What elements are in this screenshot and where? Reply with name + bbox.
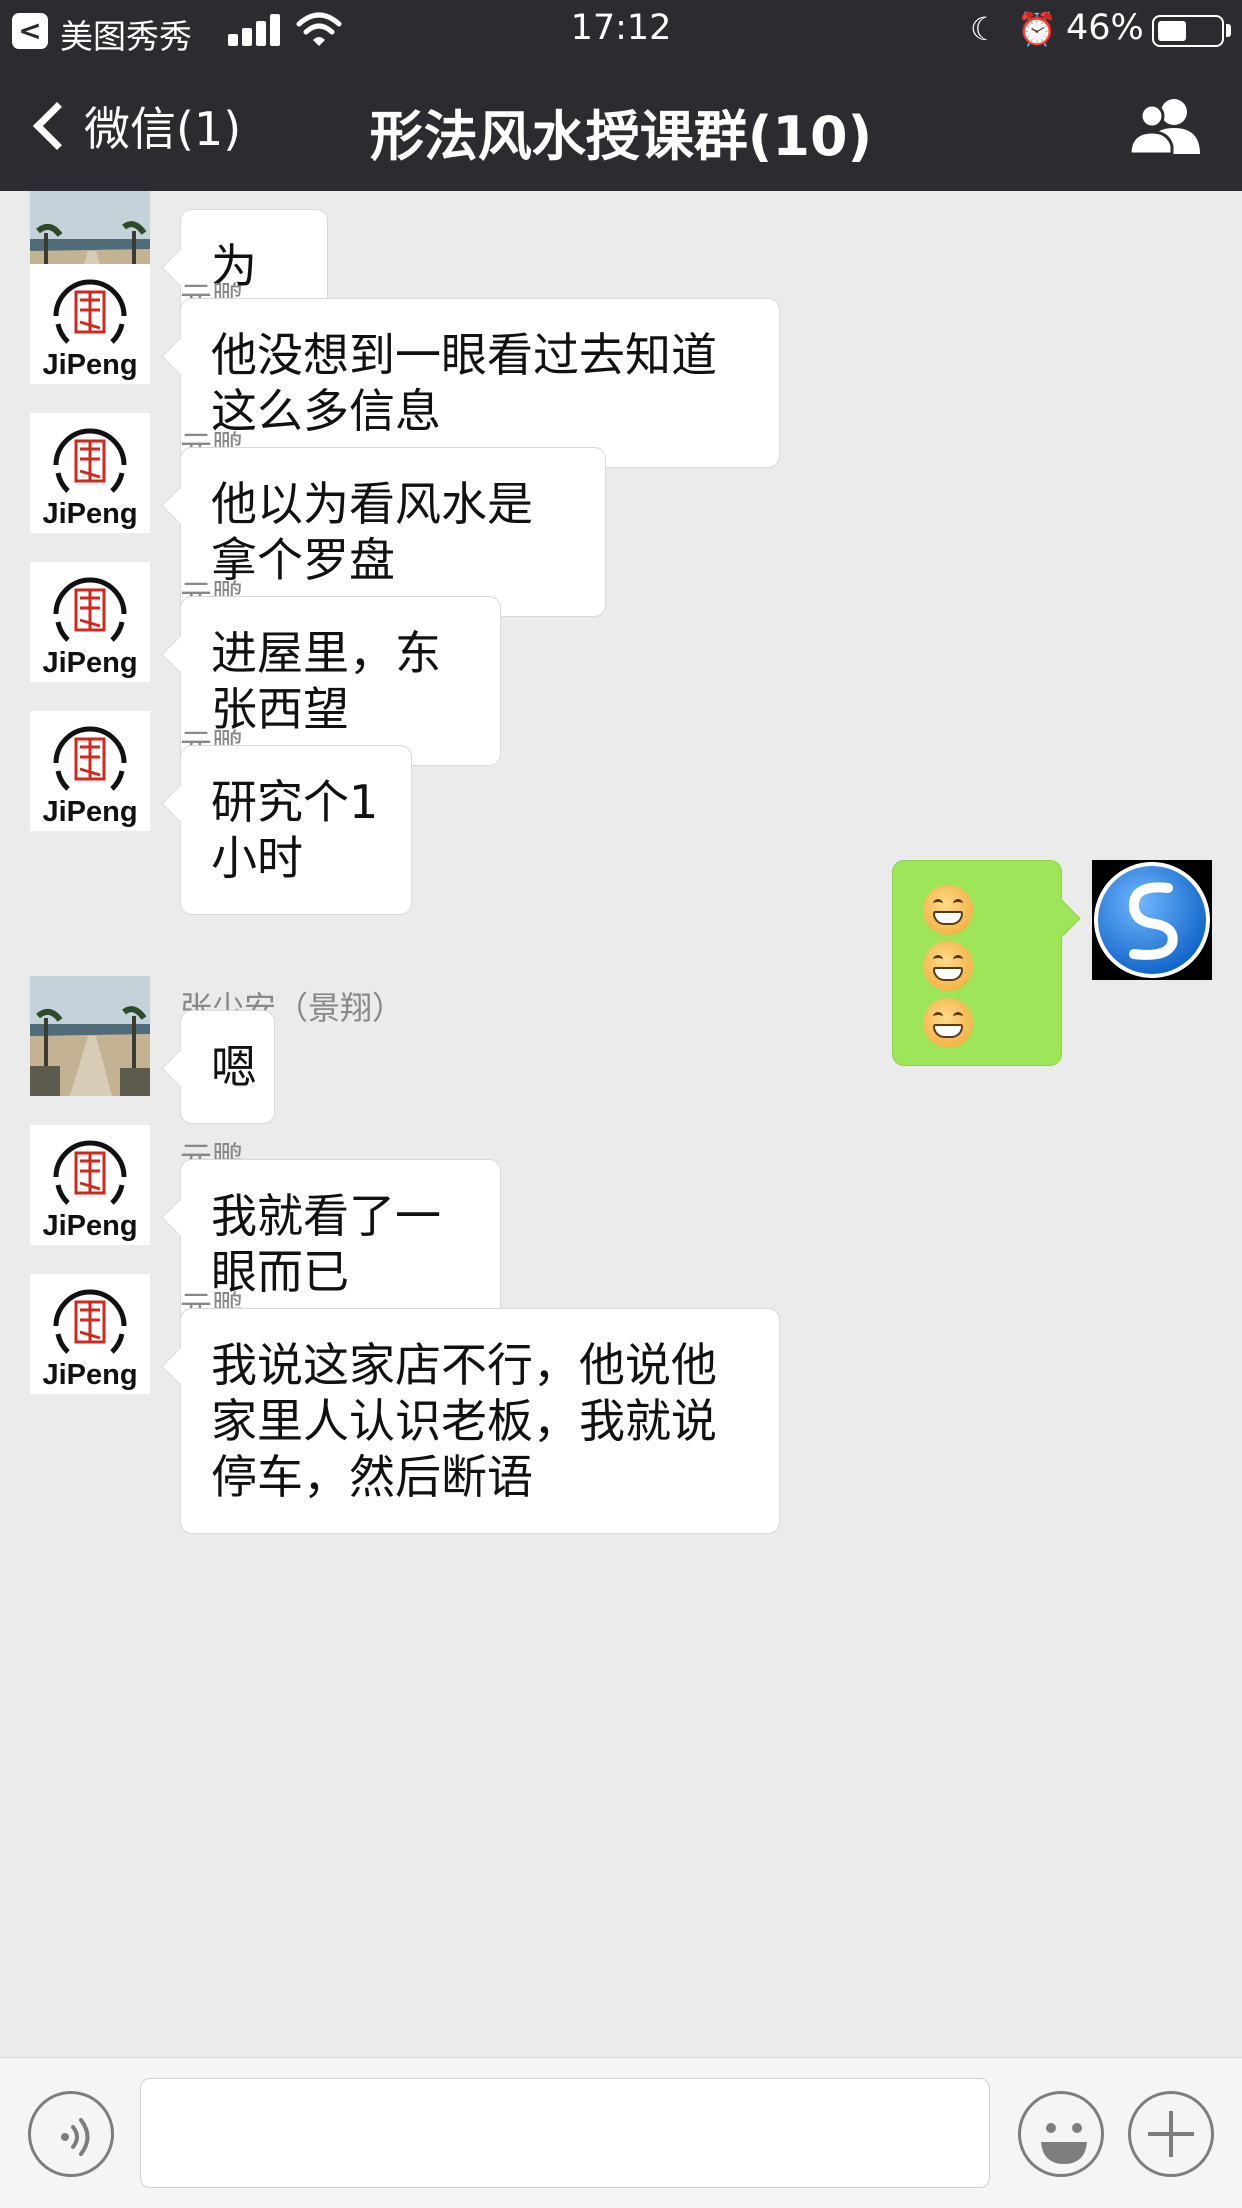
- jipeng-logo-icon: JiPeng: [30, 562, 150, 682]
- sender-avatar[interactable]: JiPeng: [30, 413, 150, 533]
- self-avatar-logo: [1092, 860, 1212, 980]
- battery-tip: [1226, 24, 1231, 37]
- message-text: 他以为看风水是拿个罗盘: [211, 477, 533, 587]
- jipeng-logo-icon: JiPeng: [30, 1125, 150, 1245]
- emoji-button[interactable]: [1018, 2091, 1104, 2177]
- message-text: 我说这家店不行，他说他家里人认识老板，我就说停车，然后断语: [211, 1338, 717, 1504]
- my-avatar[interactable]: [1092, 860, 1212, 980]
- grin-emoji-icon: [923, 884, 973, 935]
- voice-input-button[interactable]: [28, 2091, 114, 2177]
- group-members-icon[interactable]: [1128, 96, 1204, 156]
- jipeng-logo-icon: JiPeng: [30, 711, 150, 831]
- battery-percent: 46%: [1066, 8, 1144, 48]
- sender-avatar[interactable]: JiPeng: [30, 711, 150, 831]
- do-not-disturb-icon: ☾: [970, 10, 999, 48]
- voice-icon: [61, 2118, 90, 2156]
- svg-text:JiPeng: JiPeng: [42, 1210, 137, 1242]
- message-input[interactable]: [140, 2078, 990, 2188]
- svg-text:JiPeng: JiPeng: [42, 349, 137, 381]
- status-bar: < 美图秀秀 17:12 ☾ ⏰ 46%: [0, 0, 1242, 62]
- sender-avatar[interactable]: JiPeng: [30, 562, 150, 682]
- svg-text:JiPeng: JiPeng: [42, 498, 137, 530]
- svg-text:JiPeng: JiPeng: [42, 1359, 137, 1391]
- svg-text:JiPeng: JiPeng: [42, 796, 137, 828]
- message-bubble[interactable]: 我说这家店不行，他说他家里人认识老板，我就说停车，然后断语: [180, 1308, 780, 1534]
- message-text: 他没想到一眼看过去知道这么多信息: [211, 328, 717, 438]
- message-text: 我就看了一眼而已: [211, 1189, 441, 1299]
- grin-emoji-icon: [923, 941, 973, 991]
- message-bubble[interactable]: 研究个1小时: [180, 745, 412, 915]
- message-bubble[interactable]: [892, 860, 1062, 1066]
- sender-avatar[interactable]: JiPeng: [30, 1125, 150, 1245]
- grin-emoji-icon: [923, 997, 973, 1048]
- jipeng-logo-icon: JiPeng: [30, 264, 150, 384]
- message-text: 进屋里，东张西望: [211, 626, 441, 736]
- page-title: 形法风水授课群(10): [369, 105, 873, 168]
- top-bar: < 美图秀秀 17:12 ☾ ⏰ 46% 微信(1) 形法风水授课群(10): [0, 0, 1242, 191]
- battery-icon: [1152, 15, 1224, 47]
- smiley-icon: [1041, 2123, 1087, 2164]
- battery-level-fill: [1158, 21, 1186, 41]
- message-text: 嗯: [211, 1040, 257, 1094]
- beach-photo: [30, 976, 150, 1096]
- message-text: 研究个1小时: [211, 775, 379, 885]
- sender-avatar[interactable]: [30, 976, 150, 1096]
- sender-avatar[interactable]: JiPeng: [30, 264, 150, 384]
- message-bubble[interactable]: 他没想到一眼看过去知道这么多信息: [180, 298, 780, 468]
- alarm-icon: ⏰: [1017, 10, 1057, 48]
- chat-message-list[interactable]: 张少安（景翔）为什么JiPeng元鹏他没想到一眼看过去知道这么多信息JiPeng…: [0, 191, 1242, 2057]
- svg-text:JiPeng: JiPeng: [42, 647, 137, 679]
- sender-avatar[interactable]: JiPeng: [30, 1274, 150, 1394]
- more-actions-plus-icon[interactable]: [1128, 2091, 1214, 2177]
- message-bubble[interactable]: 嗯: [180, 1010, 275, 1124]
- input-bar: [0, 2057, 1242, 2208]
- jipeng-logo-icon: JiPeng: [30, 413, 150, 533]
- jipeng-logo-icon: JiPeng: [30, 1274, 150, 1394]
- nav-bar: 微信(1) 形法风水授课群(10): [0, 62, 1242, 191]
